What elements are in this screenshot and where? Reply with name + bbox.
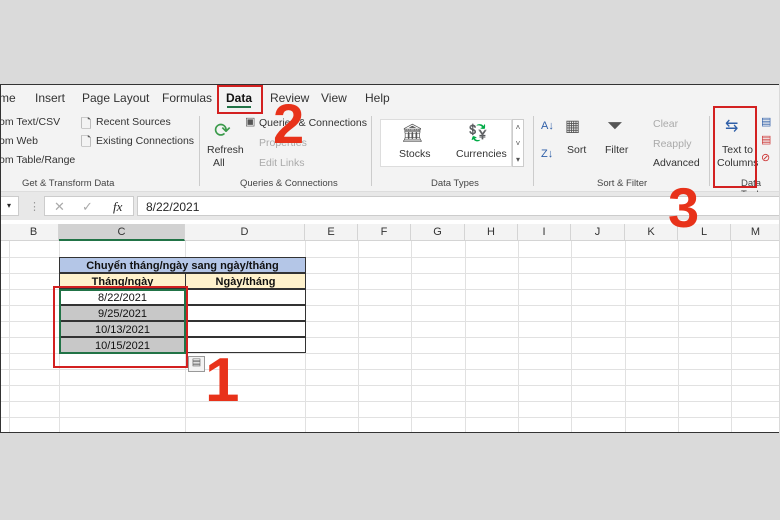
column-header[interactable]: B [9, 224, 59, 241]
refresh-all-button[interactable]: Refresh [207, 144, 244, 156]
sort-z-a-icon[interactable]: Z↓ [541, 148, 553, 160]
edit-links-button[interactable]: Edit Links [259, 157, 305, 169]
empty-cell[interactable] [185, 305, 306, 321]
from-text-csv-button[interactable]: om Text/CSV [1, 116, 60, 128]
stocks-icon: 🏛 [401, 123, 424, 143]
column-header[interactable]: D [185, 224, 305, 241]
filter-button[interactable]: Filter [605, 144, 628, 156]
column-header[interactable]: C [59, 224, 185, 241]
separator [709, 116, 710, 186]
data-types-gallery[interactable]: 🏛 Stocks 💱 Currencies [380, 119, 512, 167]
separator [371, 116, 372, 186]
data-validation-icon[interactable]: ⊘ [761, 151, 770, 164]
column-headers: B C D E F G H I J K L M [1, 224, 779, 241]
separator [199, 116, 200, 186]
table-title[interactable]: Chuyển tháng/ngày sang ngày/tháng [59, 257, 306, 273]
group-label-queries: Queries & Connections [240, 178, 338, 189]
recent-sources-button[interactable]: Recent Sources [96, 116, 171, 128]
quick-analysis-icon[interactable]: ▤ [188, 356, 205, 372]
column-header[interactable]: G [411, 224, 465, 241]
existing-connections-button[interactable]: Existing Connections [96, 135, 194, 147]
filter-icon: ⏷ [607, 115, 623, 137]
tab-page-layout[interactable]: Page Layout [82, 91, 149, 105]
annotation-box-text-to-columns [713, 106, 757, 188]
tab-view[interactable]: View [321, 91, 347, 105]
stocks-button[interactable]: Stocks [399, 148, 431, 160]
excel-window: me Insert Page Layout Formulas Data Revi… [0, 84, 779, 433]
sort-a-z-icon[interactable]: A↓ [541, 120, 554, 132]
empty-cell[interactable] [185, 289, 306, 305]
advanced-button[interactable]: Advanced [653, 157, 700, 169]
name-box-dropdown[interactable]: ▾ [1, 196, 19, 216]
column-header[interactable]: E [305, 224, 358, 241]
sort-button[interactable]: Sort [567, 144, 586, 156]
currencies-button[interactable]: Currencies [456, 148, 507, 160]
from-web-button[interactable]: om Web [1, 135, 38, 147]
enter-icon[interactable]: ✓ [82, 199, 93, 215]
sort-icon: ▦ [565, 118, 581, 135]
insert-function-icon[interactable]: fx [113, 199, 122, 215]
annotation-step-1: 1 [205, 346, 240, 415]
column-header[interactable]: M [731, 224, 779, 241]
refresh-icon: ⟳ [214, 120, 231, 142]
currencies-icon: 💱 [468, 125, 488, 142]
ribbon-tabs: me Insert Page Layout Formulas Data Revi… [1, 85, 779, 112]
column-header[interactable]: I [518, 224, 571, 241]
remove-duplicates-icon[interactable]: ▤ [761, 133, 771, 146]
ribbon: om Text/CSV om Web om Table/Range 🗋 Rece… [1, 112, 779, 200]
annotation-step-3: 3 [668, 176, 700, 239]
empty-cell[interactable] [185, 321, 306, 337]
column-header[interactable]: J [571, 224, 625, 241]
reapply-button[interactable]: Reapply [653, 138, 692, 150]
queries-icon: ▣ [245, 116, 256, 128]
group-label-sort-filter: Sort & Filter [597, 178, 648, 189]
header-ngay-thang[interactable]: Ngày/tháng [185, 273, 306, 289]
annotation-step-2: 2 [273, 92, 305, 155]
column-header[interactable]: H [465, 224, 518, 241]
column-header[interactable]: F [358, 224, 411, 241]
annotation-box-selection [53, 286, 188, 368]
annotation-box-data-tab [217, 85, 263, 114]
empty-cell[interactable] [185, 337, 306, 353]
separator [533, 116, 534, 186]
gallery-scroll[interactable]: ˄ ˅ ▾ [512, 119, 524, 167]
tab-help[interactable]: Help [365, 91, 390, 105]
cancel-icon[interactable]: ✕ [54, 199, 65, 215]
formula-controls: ✕ ✓ fx [44, 196, 134, 216]
group-label-data-types: Data Types [431, 178, 479, 189]
group-label-get-transform: Get & Transform Data [22, 178, 115, 189]
tab-formulas[interactable]: Formulas [162, 91, 212, 105]
existing-connections-icon: 🗋 [81, 134, 92, 149]
from-table-button[interactable]: om Table/Range [1, 154, 75, 166]
tab-insert[interactable]: Insert [35, 91, 65, 105]
clear-button[interactable]: Clear [653, 118, 678, 130]
tab-home[interactable]: me [1, 91, 16, 105]
more-icon: ⋮ [29, 201, 40, 213]
formula-bar: ▾ ⋮ ✕ ✓ fx 8/22/2021 [1, 192, 779, 220]
refresh-all-label: All [213, 157, 225, 169]
flash-fill-icon[interactable]: ▤ [761, 115, 771, 128]
